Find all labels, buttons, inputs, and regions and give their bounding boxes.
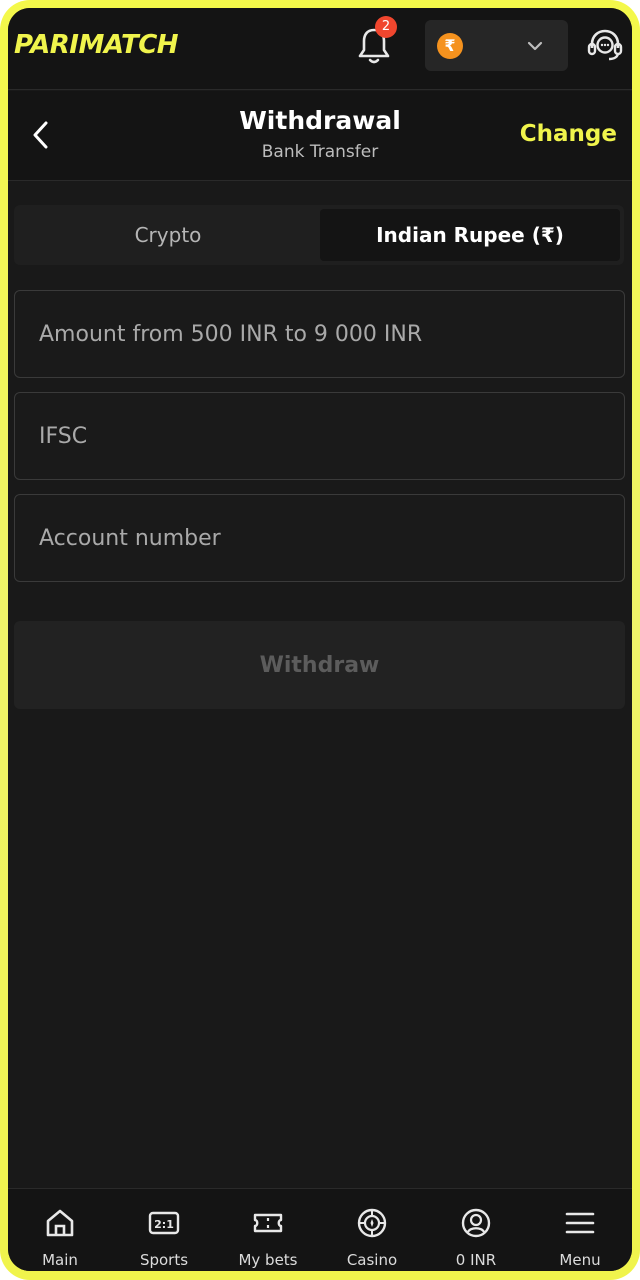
- app-screen: PARIMATCH 2 ₹ Withdrawal Bank Transfer C…: [8, 8, 632, 1271]
- top-bar: PARIMATCH 2 ₹: [8, 8, 632, 90]
- page-header: Withdrawal Bank Transfer Change: [8, 91, 632, 181]
- account-icon: [461, 1208, 491, 1238]
- amount-field-wrapper: [14, 290, 625, 378]
- account-number-input[interactable]: [15, 495, 624, 581]
- tab-crypto[interactable]: Crypto: [18, 209, 318, 261]
- casino-chip-icon: [357, 1208, 387, 1238]
- change-method-link[interactable]: Change: [520, 121, 617, 147]
- nav-item-casino[interactable]: Casino: [320, 1189, 424, 1271]
- notification-badge: 2: [375, 16, 397, 38]
- home-icon: [46, 1209, 74, 1237]
- scoreboard-icon: 2:1: [148, 1211, 180, 1235]
- nav-item-account[interactable]: 0 INR: [424, 1189, 528, 1271]
- support-headset-icon[interactable]: [586, 26, 624, 64]
- rupee-coin-icon: ₹: [437, 33, 463, 59]
- tab-indian-rupee[interactable]: Indian Rupee (₹): [320, 209, 620, 261]
- withdraw-button[interactable]: Withdraw: [14, 621, 625, 709]
- nav-label: Menu: [559, 1251, 601, 1269]
- svg-text:2:1: 2:1: [154, 1218, 174, 1231]
- nav-label: Casino: [346, 1251, 398, 1269]
- amount-input[interactable]: [15, 291, 624, 377]
- phone-frame: PARIMATCH 2 ₹ Withdrawal Bank Transfer C…: [0, 0, 640, 1280]
- ifsc-field-wrapper: [14, 392, 625, 480]
- nav-item-my-bets[interactable]: My bets: [216, 1189, 320, 1271]
- nav-label: My bets: [238, 1251, 298, 1269]
- chevron-down-icon: [527, 41, 543, 51]
- nav-item-sports[interactable]: 2:1 Sports: [112, 1189, 216, 1271]
- account-field-wrapper: [14, 494, 625, 582]
- nav-item-main[interactable]: Main: [8, 1189, 112, 1271]
- ifsc-input[interactable]: [15, 393, 624, 479]
- parimatch-logo[interactable]: PARIMATCH: [14, 30, 179, 60]
- nav-label: Main: [42, 1251, 78, 1269]
- nav-label: Sports: [139, 1251, 189, 1269]
- currency-selector[interactable]: ₹: [425, 20, 568, 71]
- ticket-icon: [253, 1213, 283, 1233]
- bottom-navigation: Main 2:1 Sports My bets Casino 0 INR Men…: [8, 1188, 632, 1271]
- currency-tabs: Crypto Indian Rupee (₹): [14, 205, 624, 265]
- nav-label: 0 INR: [455, 1251, 497, 1269]
- menu-icon: [565, 1212, 595, 1234]
- nav-item-menu[interactable]: Menu: [528, 1189, 632, 1271]
